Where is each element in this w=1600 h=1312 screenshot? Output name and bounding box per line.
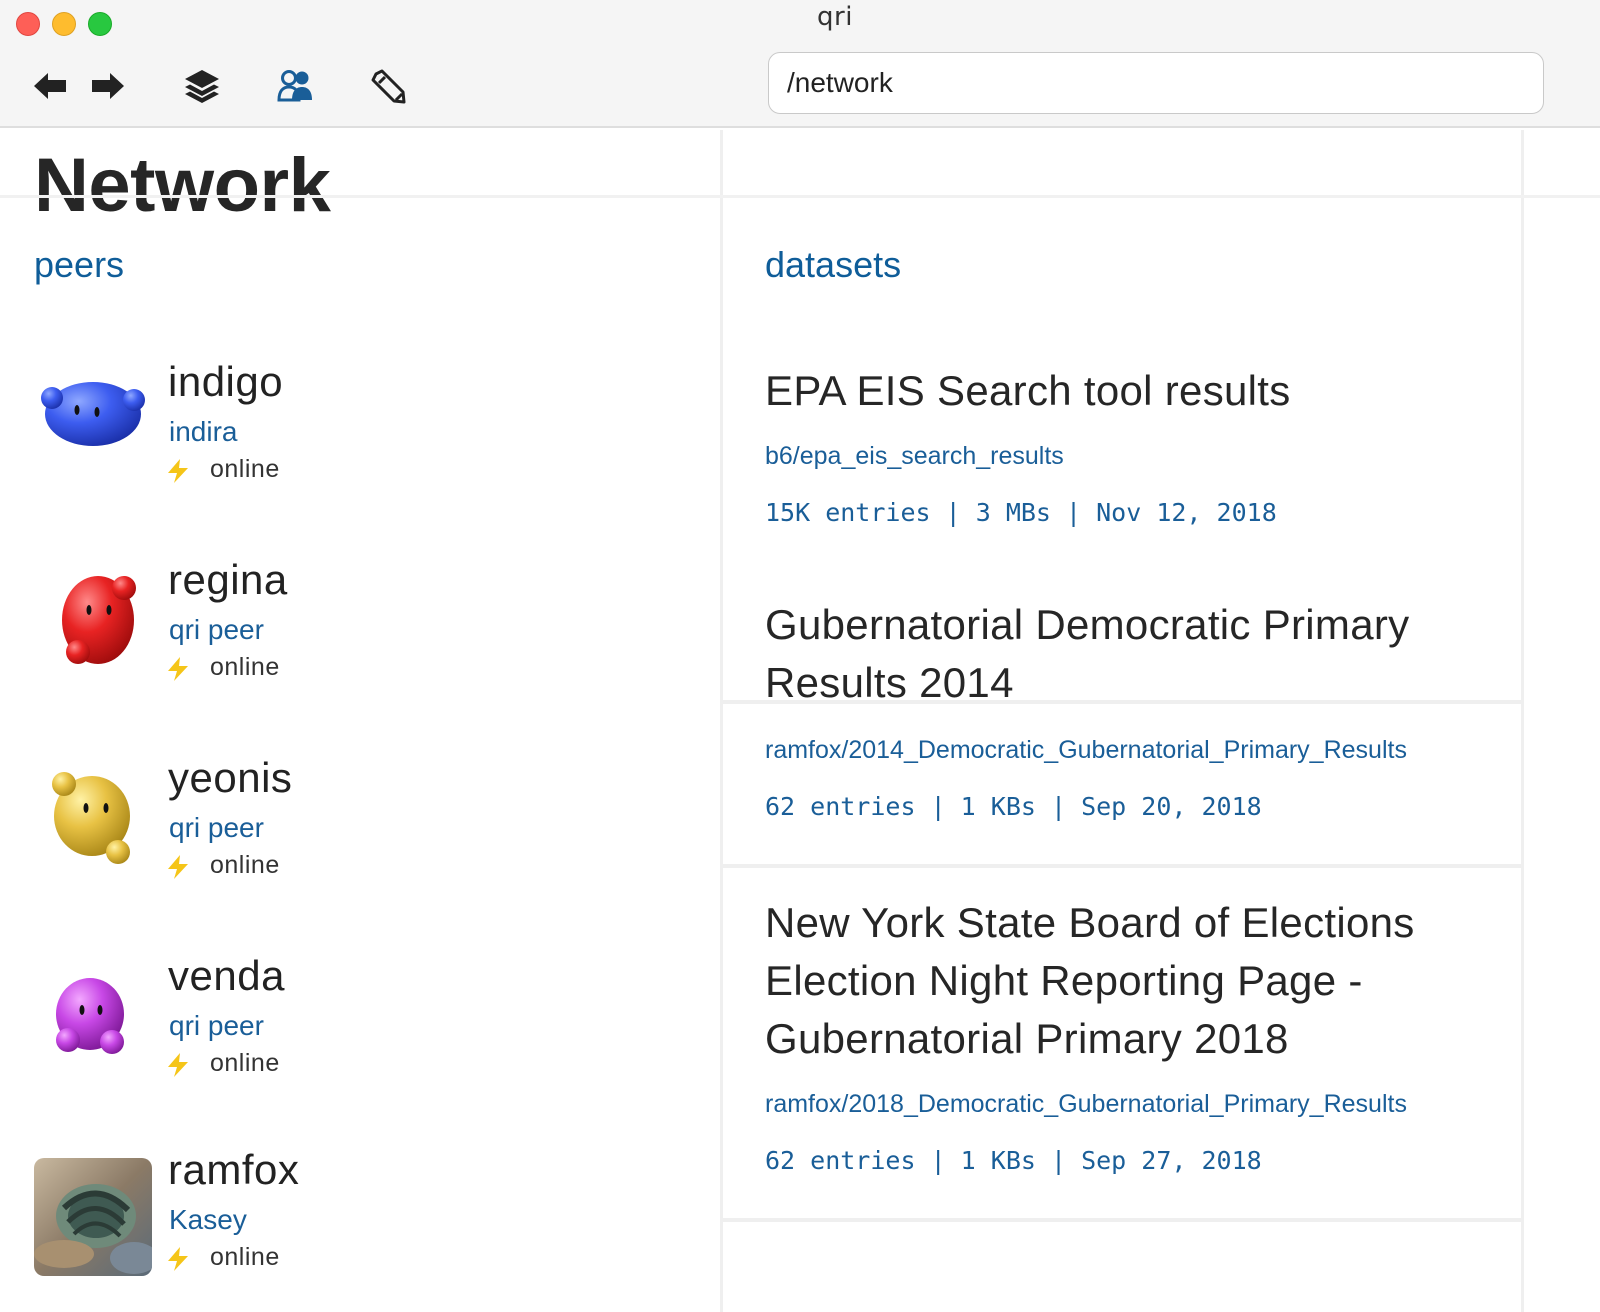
header-divider [0, 195, 1600, 198]
peer-item-regina[interactable]: regina qri peer online [0, 556, 720, 748]
dataset-item[interactable]: New York State Board of Elections Electi… [723, 868, 1521, 1222]
lightning-icon [168, 657, 188, 681]
dataset-title: EPA EIS Search tool results [765, 367, 1291, 414]
peer-name: indigo [168, 358, 284, 405]
peer-status: online [210, 851, 280, 879]
peer-item-venda[interactable]: venda qri peer online [0, 952, 720, 1144]
users-icon [277, 70, 312, 102]
pencil-icon [371, 69, 406, 104]
avatar [62, 576, 136, 664]
tab-datasets[interactable]: datasets [765, 244, 901, 286]
peer-item-ramfox[interactable]: ramfox Kasey online [0, 1146, 720, 1312]
layers-icon [185, 70, 219, 103]
dataset-path-link[interactable]: b6/epa_eis_search_results [765, 442, 1064, 471]
peers-column: Network peers indigo indira online regin… [0, 130, 720, 1312]
dataset-meta: 62 entries | 1 KBs | Sep 27, 2018 [765, 1146, 1262, 1175]
lightning-icon [168, 855, 188, 879]
dataset-title: New York State Board of Elections Electi… [765, 899, 1415, 1062]
avatar [34, 1158, 152, 1276]
peer-handle[interactable]: qri peer [169, 812, 264, 844]
datasets-nav-button[interactable] [180, 62, 224, 110]
peer-name: regina [168, 556, 288, 603]
peer-item-indigo[interactable]: indigo indira online [0, 358, 720, 550]
avatar [52, 772, 130, 864]
peer-handle[interactable]: indira [169, 416, 237, 448]
network-nav-button[interactable] [274, 62, 318, 110]
dataset-path-link[interactable]: ramfox/2018_Democratic_Gubernatorial_Pri… [765, 1090, 1407, 1119]
peer-handle[interactable]: qri peer [169, 1010, 264, 1042]
peer-status: online [210, 1049, 280, 1077]
dataset-item[interactable]: Gubernatorial Democratic Primary Results… [723, 566, 1521, 868]
peer-name: yeonis [168, 754, 293, 801]
avatar [41, 382, 145, 446]
peer-name: ramfox [168, 1146, 300, 1193]
peer-handle[interactable]: qri peer [169, 614, 264, 646]
back-button[interactable] [30, 62, 70, 110]
title-bar: qri [0, 0, 1600, 128]
tab-peers[interactable]: peers [34, 244, 124, 286]
peer-item-yeonis[interactable]: yeonis qri peer online [0, 754, 720, 946]
dataset-meta: 62 entries | 1 KBs | Sep 20, 2018 [765, 792, 1262, 821]
forward-button[interactable] [88, 62, 128, 110]
page-title: Network [34, 143, 331, 228]
back-arrow-icon [34, 73, 66, 99]
peer-handle[interactable]: Kasey [169, 1204, 247, 1236]
lightning-icon [168, 459, 188, 483]
edit-nav-button[interactable] [366, 62, 410, 110]
peer-status: online [210, 455, 280, 483]
peer-status: online [210, 653, 280, 681]
window-title: qri [817, 2, 853, 32]
forward-arrow-icon [92, 73, 124, 99]
datasets-column: datasets EPA EIS Search tool results b6/… [720, 130, 1524, 1312]
peer-status: online [210, 1243, 280, 1271]
lightning-icon [168, 1053, 188, 1077]
lightning-icon [168, 1247, 188, 1271]
address-bar-input[interactable] [768, 52, 1544, 114]
avatar [56, 978, 124, 1054]
dataset-meta: 15K entries | 3 MBs | Nov 12, 2018 [765, 498, 1277, 527]
dataset-title: Gubernatorial Democratic Primary Results… [765, 601, 1410, 706]
dataset-path-link[interactable]: ramfox/2014_Democratic_Gubernatorial_Pri… [765, 736, 1407, 765]
peer-name: venda [168, 952, 285, 999]
